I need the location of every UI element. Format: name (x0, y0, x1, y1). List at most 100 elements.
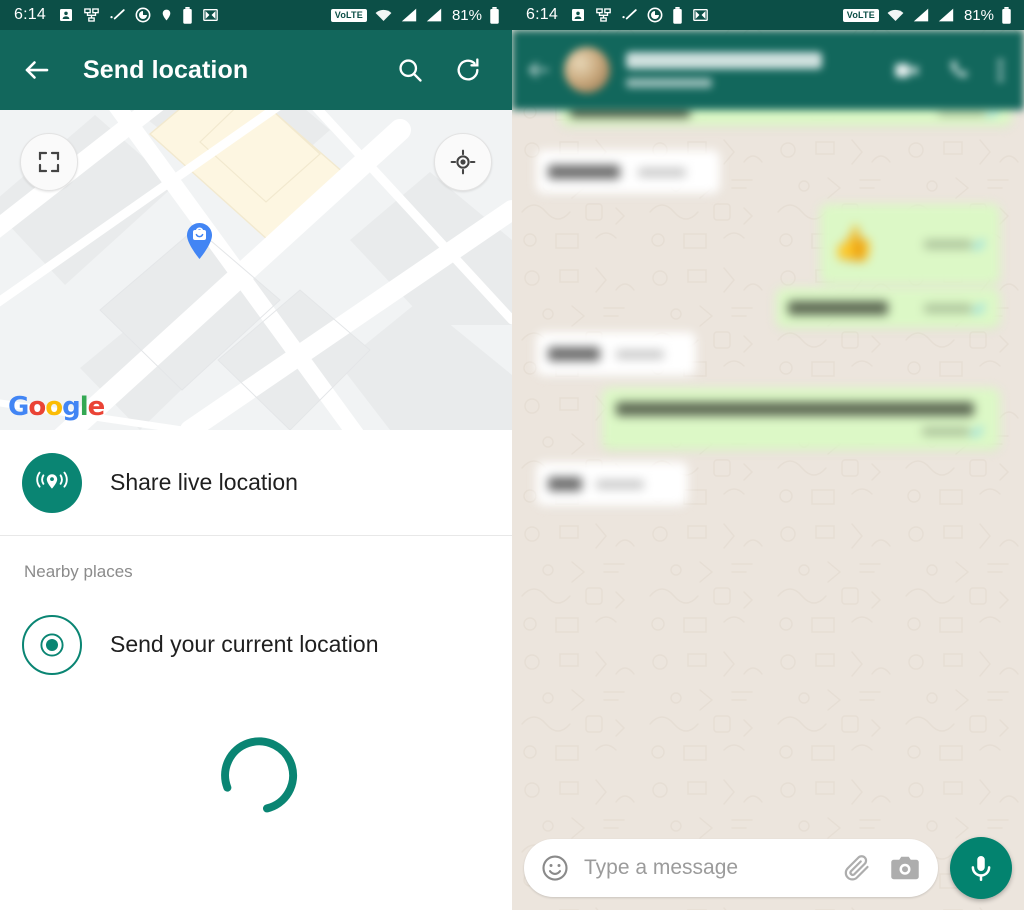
data-saver-icon (135, 7, 151, 23)
right-panel-whatsapp-chat: 6:14 VoLTE 81% 👍 Type a message (512, 0, 1024, 910)
fullscreen-icon (38, 151, 60, 173)
paperclip-icon[interactable] (842, 853, 872, 883)
wifi-icon (375, 9, 392, 21)
network-share-icon (84, 8, 99, 22)
live-location-broadcast-icon (22, 452, 82, 513)
status-bar-clock: 6:14 (14, 6, 46, 23)
google-letter: o (45, 392, 63, 422)
google-letter: l (79, 392, 89, 422)
signal-sim1-icon (401, 8, 417, 22)
shop-marker-pin-icon[interactable] (186, 222, 213, 260)
status-bar-left-icons (58, 6, 219, 24)
google-letter: e (87, 392, 106, 422)
battery-icon (490, 6, 499, 24)
signal-sim1-icon (913, 8, 929, 22)
message-text (548, 347, 600, 361)
loading-spinner (221, 737, 298, 813)
status-bar-left: 6:14 VoLTE 81% (0, 0, 512, 30)
message-time (638, 167, 686, 177)
map-fullscreen-button[interactable] (20, 133, 78, 191)
share-live-location-row[interactable]: Share live location (0, 430, 512, 535)
chat-app-bar (512, 30, 1024, 110)
screenshot-root: 6:14 VoLTE 81% Send location Google Shar… (0, 0, 1024, 910)
contact-card-icon (59, 9, 72, 21)
status-bar-right-icons: VoLTE 81% (330, 6, 500, 24)
network-share-icon (596, 8, 611, 22)
emoji-smiley-icon[interactable] (540, 853, 570, 883)
message-text (788, 301, 888, 315)
message-bubble[interactable]: 👍 (820, 204, 1000, 284)
my-location-icon (450, 149, 476, 175)
contact-card-icon (571, 9, 584, 21)
more-options-icon[interactable] (997, 58, 1004, 83)
battery-percent-label: 81% (451, 6, 482, 24)
message-time (596, 479, 644, 489)
status-bar-right-icons: VoLTE 81% (842, 6, 1012, 24)
data-transfer-icon (203, 9, 218, 21)
contact-status (626, 78, 712, 88)
nearby-places-header: Nearby places (24, 562, 133, 581)
message-bubble[interactable] (536, 150, 720, 194)
google-letter: g (62, 392, 81, 422)
camera-icon[interactable] (890, 854, 920, 882)
nearby-places-loading (0, 733, 512, 821)
data-transfer-icon (693, 9, 708, 21)
volte-badge: VoLTE (842, 8, 879, 22)
message-time (922, 426, 970, 436)
message-text (616, 401, 974, 416)
read-receipt-icon (972, 239, 985, 250)
battery-saver-icon (183, 6, 192, 24)
google-letter: o (28, 392, 46, 422)
app-bar-actions (396, 56, 482, 84)
voice-record-button[interactable] (950, 837, 1012, 899)
message-time (924, 239, 972, 249)
volte-badge: VoLTE (330, 8, 367, 22)
my-location-button[interactable] (434, 133, 492, 191)
search-icon[interactable] (396, 56, 424, 84)
data-saver-icon (647, 7, 663, 23)
message-input-placeholder[interactable]: Type a message (584, 856, 842, 880)
status-bar-left-icons (570, 6, 709, 24)
contact-info[interactable] (626, 52, 822, 88)
signal-sim2-icon (938, 8, 954, 22)
message-bubble[interactable] (536, 462, 688, 506)
message-composer: Type a message (512, 826, 1024, 910)
video-call-icon[interactable] (893, 57, 920, 84)
location-pin-icon (162, 9, 171, 21)
send-location-app-bar: Send location (0, 30, 512, 110)
signal-sim2-icon (426, 8, 442, 22)
chat-app-bar-actions (893, 57, 1004, 84)
current-location-target-icon (22, 614, 82, 675)
google-attribution: Google (8, 392, 106, 422)
location-options-sheet: Share live location Nearby places Send y… (0, 430, 512, 910)
status-bar-clock: 6:14 (526, 6, 558, 23)
status-bar-right: 6:14 VoLTE 81% (512, 0, 1024, 30)
phone-call-icon[interactable] (946, 58, 971, 83)
map-preview[interactable]: Google (0, 110, 512, 430)
google-letter: G (8, 392, 29, 422)
check-icon (622, 9, 637, 20)
back-button[interactable] (526, 57, 552, 83)
message-bubble[interactable] (536, 332, 696, 376)
read-receipt-icon (970, 426, 983, 437)
wifi-icon (887, 9, 904, 21)
chat-screen: 6:14 VoLTE 81% 👍 Type a message (512, 0, 1024, 910)
message-time (616, 349, 664, 359)
send-current-location-row[interactable]: Send your current location (0, 592, 512, 697)
check-icon (110, 9, 125, 20)
page-title: Send location (83, 55, 249, 84)
message-bubble[interactable] (602, 388, 1000, 450)
message-input-pill[interactable]: Type a message (524, 839, 938, 897)
refresh-icon[interactable] (454, 56, 482, 84)
left-panel-send-location: 6:14 VoLTE 81% Send location Google Shar… (0, 0, 512, 910)
back-button[interactable] (22, 55, 52, 85)
battery-icon (1002, 6, 1011, 24)
avatar[interactable] (564, 47, 610, 93)
message-bubble[interactable] (776, 288, 1000, 328)
message-list[interactable]: 👍 (512, 96, 1024, 510)
thumbs-up-emoji: 👍 (832, 225, 875, 263)
send-current-location-label: Send your current location (110, 631, 379, 657)
battery-percent-label: 81% (963, 6, 994, 24)
contact-name (626, 52, 822, 69)
battery-saver-icon (673, 6, 682, 24)
